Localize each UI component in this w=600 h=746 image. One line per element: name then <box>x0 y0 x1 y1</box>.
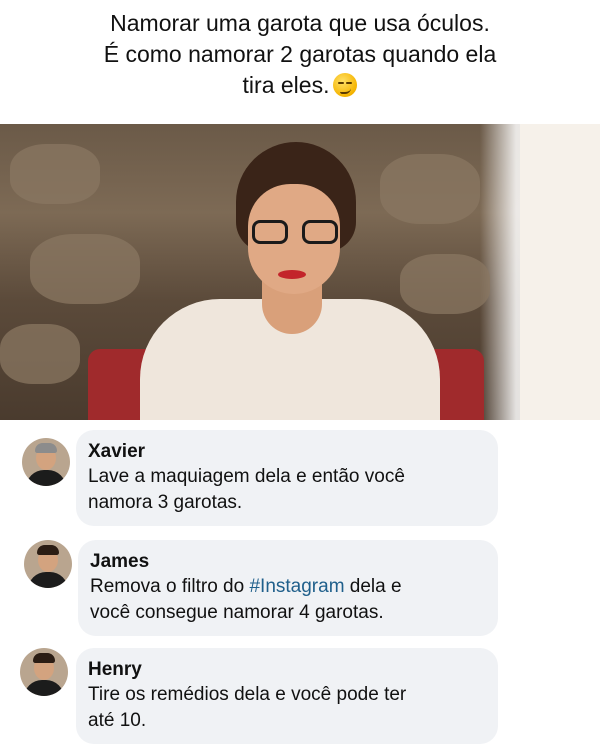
commenter-name[interactable]: James <box>90 550 484 574</box>
commenter-name[interactable]: Henry <box>88 658 484 682</box>
woman-with-glasses-photo <box>0 124 600 420</box>
comment-text-suffix: dela e <box>344 576 402 597</box>
comment-text-line-1: Lave a maquiagem dela e então você <box>88 466 405 487</box>
comment-bubble: James Remova o filtro do #Instagram dela… <box>78 540 498 636</box>
comment-text-line-1: Remova o filtro do #Instagram dela e <box>90 574 484 600</box>
comment-text-line-2: até 10. <box>88 710 147 731</box>
comment-text-prefix: Remova o filtro do <box>90 576 250 597</box>
caption-line-1: Namorar uma garota que usa óculos. <box>110 10 490 36</box>
avatar-james[interactable] <box>24 540 72 588</box>
avatar-xavier[interactable] <box>22 438 70 486</box>
caption-line-3-text: tira eles. <box>242 72 330 98</box>
comment-text-line-2: você consegue namorar 4 garotas. <box>90 602 384 623</box>
comment-bubble: Xavier Lave a maquiagem dela e então voc… <box>76 430 498 526</box>
glasses-icon <box>252 220 338 246</box>
smirking-face-emoji-icon <box>333 73 358 97</box>
comment-text-line-2: namora 3 garotas. <box>88 492 243 513</box>
caption-line-2: É como namorar 2 garotas quando ela <box>103 41 497 67</box>
meme-caption: Namorar uma garota que usa óculos. É com… <box>0 0 600 120</box>
comments-section: Xavier Lave a maquiagem dela e então voc… <box>0 420 600 746</box>
instagram-hashtag-link[interactable]: #Instagram <box>249 576 344 597</box>
avatar-henry[interactable] <box>20 648 68 696</box>
caption-line-3: tira eles. <box>0 70 600 101</box>
comment-bubble: Henry Tire os remédios dela e você pode … <box>76 648 498 744</box>
commenter-name[interactable]: Xavier <box>88 440 484 464</box>
comment-text-line-1: Tire os remédios dela e você pode ter <box>88 684 407 705</box>
